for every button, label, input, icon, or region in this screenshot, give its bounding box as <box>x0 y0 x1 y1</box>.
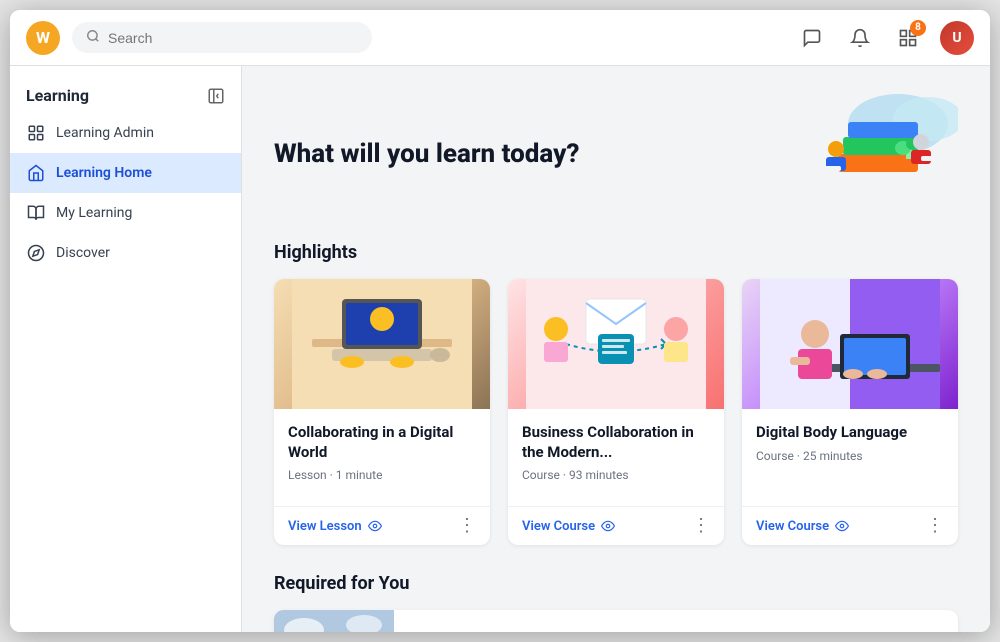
card-1-body: Collaborating in a Digital World Lesson … <box>274 409 490 494</box>
card-3-footer: View Course ⋮ <box>742 506 958 545</box>
chat-icon-button[interactable] <box>796 22 828 54</box>
sidebar-label-discover: Discover <box>56 245 110 261</box>
card-1-footer: View Lesson ⋮ <box>274 506 490 545</box>
required-item-1-info: NOT STARTED Workplace Harassment & Discr… <box>394 610 698 632</box>
card-3-meta: Course · 25 minutes <box>756 449 944 463</box>
card-2-body: Business Collaboration in the Modern... … <box>508 409 724 494</box>
card-2-link[interactable]: View Course <box>522 519 615 534</box>
card-2-footer: View Course ⋮ <box>508 506 724 545</box>
card-1-more-button[interactable]: ⋮ <box>458 517 476 535</box>
admin-icon <box>26 123 46 143</box>
card-3-body: Digital Body Language Course · 25 minute… <box>742 409 958 494</box>
sidebar-item-learning-admin[interactable]: Learning Admin <box>10 113 241 153</box>
sidebar-item-learning-home[interactable]: Learning Home <box>10 153 241 193</box>
highlights-grid: Collaborating in a Digital World Lesson … <box>274 279 958 545</box>
sidebar-item-discover[interactable]: Discover <box>10 233 241 273</box>
required-item-1: STOP NOT STARTED Workplace Harassment & … <box>274 610 958 632</box>
card-1-title: Collaborating in a Digital World <box>288 423 476 462</box>
topbar-actions: 8 U <box>796 21 974 55</box>
main-layout: Learning <box>10 66 990 632</box>
view-eye-icon-2 <box>601 519 615 533</box>
card-3-title: Digital Body Language <box>756 423 944 443</box>
notification-icon-button[interactable] <box>844 22 876 54</box>
card-1-meta: Lesson · 1 minute <box>288 468 476 482</box>
home-icon <box>26 163 46 183</box>
required-item-1-thumb: STOP <box>274 610 394 632</box>
sidebar-label-learning-home: Learning Home <box>56 165 152 181</box>
app-window: W <box>10 10 990 632</box>
highlights-title: Highlights <box>274 242 958 263</box>
search-icon <box>86 28 100 47</box>
card-3-more-button[interactable]: ⋮ <box>926 517 944 535</box>
view-eye-icon <box>368 519 382 533</box>
card-3-link[interactable]: View Course <box>756 519 849 534</box>
user-avatar[interactable]: U <box>940 21 974 55</box>
sidebar-item-my-learning[interactable]: My Learning <box>10 193 241 233</box>
card-2-title: Business Collaboration in the Modern... <box>522 423 710 462</box>
sidebar-label-my-learning: My Learning <box>56 205 132 221</box>
card-1-thumbnail <box>274 279 490 409</box>
hero-illustration <box>758 94 958 214</box>
collapse-sidebar-button[interactable] <box>207 87 225 105</box>
search-bar[interactable] <box>72 22 372 53</box>
card-1-link[interactable]: View Lesson <box>288 519 382 534</box>
discover-icon <box>26 243 46 263</box>
sidebar-title: Learning <box>26 86 89 105</box>
search-input[interactable] <box>108 30 358 46</box>
sidebar-header: Learning <box>10 74 241 113</box>
sidebar-label-learning-admin: Learning Admin <box>56 125 154 141</box>
required-section-title: Required for You <box>274 573 958 594</box>
logo-letter: W <box>36 28 50 47</box>
required-section: Required for You STOP <box>274 573 958 632</box>
card-2-meta: Course · 93 minutes <box>522 468 710 482</box>
book-icon <box>26 203 46 223</box>
hero-title: What will you learn today? <box>274 139 579 169</box>
hero-section: What will you learn today? <box>274 94 958 214</box>
topbar: W <box>10 10 990 66</box>
card-2-thumbnail <box>508 279 724 409</box>
highlight-card-3: Digital Body Language Course · 25 minute… <box>742 279 958 545</box>
card-1-link-label: View Lesson <box>288 519 362 534</box>
card-3-thumbnail <box>742 279 958 409</box>
apps-badge: 8 <box>910 20 926 36</box>
highlight-card-2: Business Collaboration in the Modern... … <box>508 279 724 545</box>
highlight-card-1: Collaborating in a Digital World Lesson … <box>274 279 490 545</box>
workday-logo[interactable]: W <box>26 21 60 55</box>
card-2-more-button[interactable]: ⋮ <box>692 517 710 535</box>
avatar-initials: U <box>940 21 974 55</box>
card-2-link-label: View Course <box>522 519 595 534</box>
sidebar: Learning <box>10 66 242 632</box>
apps-icon-button[interactable]: 8 <box>892 22 924 54</box>
card-3-link-label: View Course <box>756 519 829 534</box>
view-eye-icon-3 <box>835 519 849 533</box>
main-content: What will you learn today? <box>242 66 990 632</box>
